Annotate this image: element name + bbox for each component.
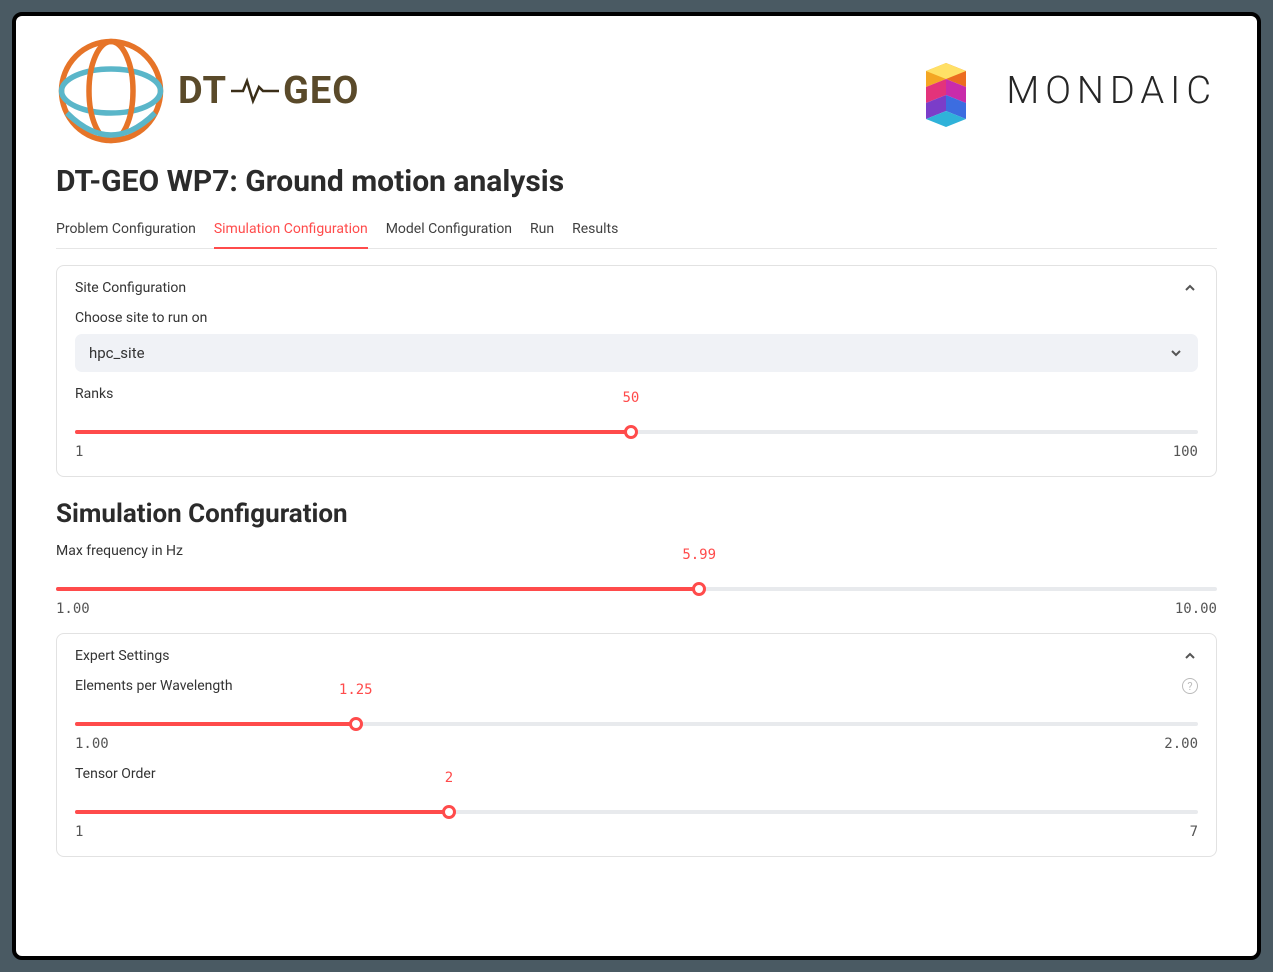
max-freq-section: Max frequency in Hz 5.99 1.00 10.00 [56,543,1217,617]
site-configuration-card: Site Configuration Choose site to run on… [56,265,1217,477]
site-config-title: Site Configuration [75,280,186,296]
epw-label-text: Elements per Wavelength [75,678,233,694]
max-freq-max: 10.00 [1175,601,1217,617]
epw-range: 1.00 2.00 [75,736,1198,752]
pulse-icon [231,77,279,105]
tab-simulation-configuration[interactable]: Simulation Configuration [214,215,368,249]
epw-slider[interactable]: 1.25 [75,702,1198,726]
max-freq-slider[interactable]: 5.99 [56,567,1217,591]
help-icon[interactable]: ? [1182,678,1198,694]
page-title: DT-GEO WP7: Ground motion analysis [56,164,1217,199]
slider-fill [75,722,356,726]
tab-results[interactable]: Results [572,215,618,249]
mondaic-wordmark: MONDAIC [1006,69,1217,113]
max-freq-range: 1.00 10.00 [56,601,1217,617]
epw-min: 1.00 [75,736,109,752]
dtgeo-logo: DT GEO [56,36,360,146]
ranks-max: 100 [1173,444,1198,460]
globe-icon [56,36,166,146]
brand-geo: GEO [283,69,359,113]
ranks-value: 50 [622,390,639,406]
max-freq-min: 1.00 [56,601,90,617]
expert-settings-card: Expert Settings Elements per Wavelength … [56,633,1217,857]
choose-site-label: Choose site to run on [75,310,1198,326]
tensor-range: 1 7 [75,824,1198,840]
brand-dt: DT [178,69,227,113]
slider-track [75,430,1198,434]
slider-fill [56,587,699,591]
site-select-value: hpc_site [89,344,145,362]
tensor-max: 7 [1190,824,1198,840]
tab-run[interactable]: Run [530,215,554,249]
site-config-header[interactable]: Site Configuration [75,280,1198,296]
tensor-value: 2 [445,770,453,786]
app-window: DT GEO [12,12,1261,960]
tensor-label: Tensor Order [75,766,1198,782]
tab-model-configuration[interactable]: Model Configuration [386,215,512,249]
ranks-min: 1 [75,444,83,460]
epw-max: 2.00 [1164,736,1198,752]
header-logos: DT GEO [56,16,1217,156]
chevron-up-icon[interactable] [1182,280,1198,296]
slider-fill [75,430,631,434]
cubes-icon [906,41,986,141]
sim-config-heading: Simulation Configuration [56,499,1217,529]
slider-fill [75,810,449,814]
tensor-slider[interactable]: 2 [75,790,1198,814]
slider-track [75,810,1198,814]
mondaic-logo: MONDAIC [906,41,1217,141]
slider-thumb[interactable] [349,717,363,731]
dtgeo-wordmark: DT GEO [178,69,360,113]
max-freq-value: 5.99 [682,547,716,563]
expert-settings-header[interactable]: Expert Settings [75,648,1198,664]
ranks-slider[interactable]: 50 [75,410,1198,434]
tab-problem-configuration[interactable]: Problem Configuration [56,215,196,249]
chevron-down-icon [1168,345,1184,361]
slider-track [56,587,1217,591]
epw-value: 1.25 [339,682,373,698]
slider-track [75,722,1198,726]
slider-thumb[interactable] [442,805,456,819]
chevron-up-icon[interactable] [1182,648,1198,664]
site-select[interactable]: hpc_site [75,334,1198,372]
epw-label: Elements per Wavelength ? [75,678,1198,694]
tensor-min: 1 [75,824,83,840]
expert-settings-title: Expert Settings [75,648,169,664]
max-freq-label: Max frequency in Hz [56,543,1217,559]
slider-thumb[interactable] [692,582,706,596]
ranks-range: 1 100 [75,444,1198,460]
slider-thumb[interactable] [624,425,638,439]
tabs: Problem Configuration Simulation Configu… [56,215,1217,249]
page-content: DT GEO [16,16,1257,956]
